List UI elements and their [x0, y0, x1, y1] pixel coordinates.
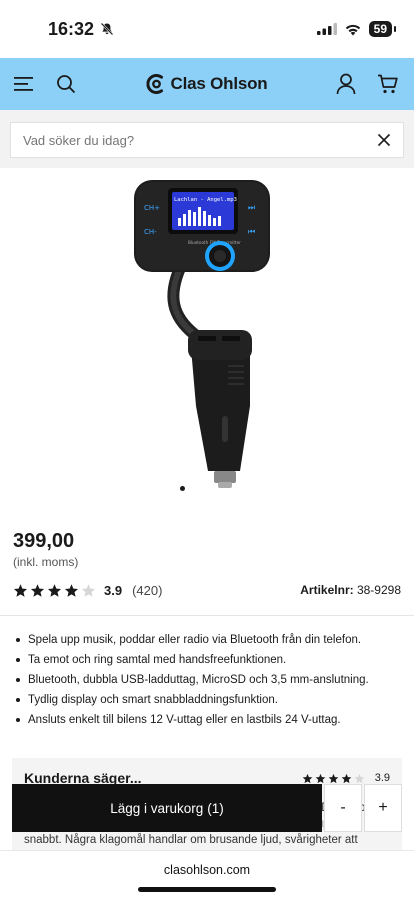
feature-item: Bluetooth, dubbla USB-ladduttag, MicroSD… — [16, 670, 401, 690]
feature-list: Spela upp musik, poddar eller radio via … — [0, 616, 414, 730]
cart-button[interactable] — [376, 72, 400, 96]
brand-logo[interactable]: Clas Ohlson — [146, 73, 268, 95]
star-icon — [13, 583, 28, 597]
product-image: Lachlan - Angel.mp3 CH+ CH- ⏭ ⏮ Bluetoot… — [134, 180, 270, 488]
browser-url-bar[interactable]: clasohlson.com — [0, 850, 414, 900]
feature-item: Ansluts enkelt till bilens 12 V-uttag el… — [16, 710, 401, 730]
svg-text:⏭: ⏭ — [248, 203, 255, 212]
rating-row: 3.9 (420) Artikelnr: 38-9298 — [13, 579, 401, 601]
star-icon — [315, 773, 326, 783]
search-input[interactable] — [23, 132, 343, 148]
menu-button[interactable] — [12, 72, 36, 96]
wifi-icon — [345, 24, 360, 35]
rating-value: 3.9 — [104, 582, 123, 598]
star-empty-icon — [354, 773, 365, 783]
article-number: Artikelnr: 38-9298 — [300, 583, 401, 597]
vat-note: (inkl. moms) — [13, 555, 79, 569]
star-icon — [64, 583, 79, 597]
hamburger-icon — [14, 77, 33, 91]
price-section: 399,00 (inkl. moms) 3.9 (420) Artikelnr:… — [0, 510, 414, 601]
user-icon — [336, 73, 356, 95]
svg-text:CH-: CH- — [144, 228, 157, 236]
feature-item: Ta emot och ring samtal med handsfreefun… — [16, 650, 401, 670]
time-text: 16:32 — [48, 18, 95, 39]
url-text: clasohlson.com — [163, 863, 251, 877]
svg-text:⏮: ⏮ — [248, 227, 255, 236]
add-to-cart-button[interactable]: Lägg i varukorg (1) — [12, 784, 322, 832]
add-to-cart-bar: Lägg i varukorg (1) - + — [12, 784, 402, 832]
quantity-decrease-button[interactable]: - — [324, 784, 362, 832]
search-section — [0, 110, 414, 168]
add-to-cart-label: Lägg i varukorg — [110, 800, 204, 816]
search-box — [10, 122, 404, 158]
battery-indicator: 59 — [368, 21, 397, 37]
search-icon — [57, 75, 76, 94]
bell-muted-icon — [100, 22, 114, 36]
article-value: 38-9298 — [356, 583, 401, 597]
star-icon — [47, 583, 62, 597]
star-icon — [328, 773, 339, 783]
brand-name: Clas Ohlson — [170, 74, 268, 93]
home-indicator — [138, 887, 276, 892]
site-header: Clas Ohlson — [0, 58, 414, 110]
rating-count[interactable]: (420) — [132, 583, 162, 598]
quantity-increase-button[interactable]: + — [364, 784, 402, 832]
star-icon — [30, 583, 45, 597]
feature-item: Spela upp musik, poddar eller radio via … — [16, 630, 401, 650]
device-screen-text: Lachlan - Angel.mp3 — [174, 197, 237, 203]
account-button[interactable] — [334, 72, 358, 96]
star-icon — [341, 773, 352, 783]
cart-count: (1) — [207, 800, 224, 816]
status-indicators: 59 — [316, 21, 397, 37]
feature-item: Tydlig display och smart snabbladdningsf… — [16, 690, 401, 710]
svg-text:CH+: CH+ — [144, 204, 160, 212]
status-time: 16:32 — [48, 19, 114, 40]
status-bar: 16:32 59 — [0, 0, 414, 58]
cart-icon — [378, 74, 398, 94]
carousel-dot[interactable] — [180, 486, 185, 491]
star-icon — [302, 773, 313, 783]
search-button[interactable] — [54, 72, 78, 96]
price: 399,00 — [13, 530, 75, 552]
clas-ohlson-logo-icon — [146, 74, 163, 94]
signal-icon — [316, 23, 337, 35]
close-icon[interactable] — [377, 133, 391, 147]
header-actions — [334, 72, 400, 96]
reviews-rating: 3.9 — [302, 772, 390, 784]
product-image-carousel[interactable]: Lachlan - Angel.mp3 CH+ CH- ⏭ ⏮ Bluetoot… — [0, 168, 414, 510]
reviews-rating-value: 3.9 — [374, 772, 390, 784]
product-rating[interactable]: 3.9 (420) — [13, 583, 162, 598]
article-label: Artikelnr: — [300, 583, 354, 597]
star-empty-icon — [81, 583, 96, 597]
